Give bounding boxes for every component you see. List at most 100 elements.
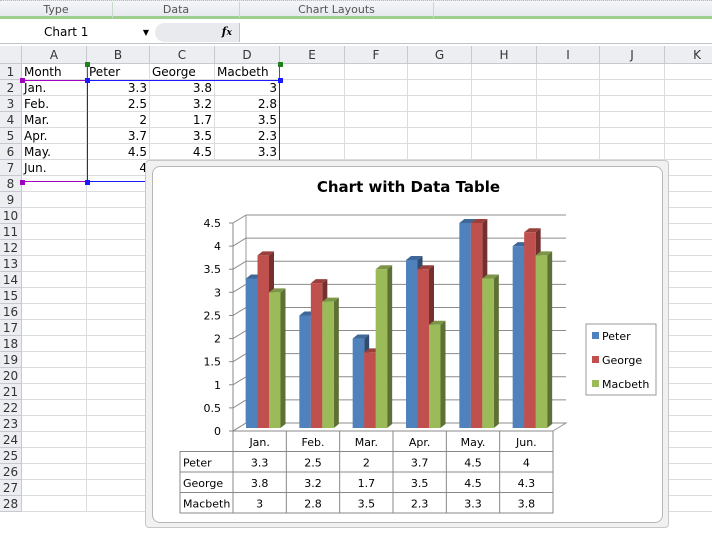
cell-K11[interactable] bbox=[665, 224, 712, 240]
row-header-23[interactable]: 23 bbox=[0, 416, 22, 432]
cell-A10[interactable] bbox=[22, 208, 87, 224]
cell-G5[interactable] bbox=[408, 128, 472, 144]
cell-A6[interactable]: May. bbox=[22, 144, 87, 160]
cell-B7[interactable]: 4 bbox=[87, 160, 150, 176]
column-header-B[interactable]: B bbox=[87, 46, 150, 64]
row-header-2[interactable]: 2 bbox=[0, 80, 22, 96]
cell-A18[interactable] bbox=[22, 336, 87, 352]
column-header-J[interactable]: J bbox=[600, 46, 665, 64]
cell-G1[interactable] bbox=[408, 64, 472, 80]
range-handle[interactable] bbox=[20, 78, 25, 83]
cell-E6[interactable] bbox=[280, 144, 345, 160]
cell-J4[interactable] bbox=[600, 112, 665, 128]
cell-B10[interactable] bbox=[87, 208, 150, 224]
cell-I4[interactable] bbox=[537, 112, 600, 128]
chevron-down-icon[interactable]: ▼ bbox=[143, 22, 149, 43]
cell-G2[interactable] bbox=[408, 80, 472, 96]
cell-K6[interactable] bbox=[665, 144, 712, 160]
range-handle[interactable] bbox=[85, 62, 90, 67]
cell-B23[interactable] bbox=[87, 416, 150, 432]
range-handle[interactable] bbox=[278, 78, 283, 83]
cell-K22[interactable] bbox=[665, 400, 712, 416]
row-header-8[interactable]: 8 bbox=[0, 176, 22, 192]
cell-J3[interactable] bbox=[600, 96, 665, 112]
cell-B19[interactable] bbox=[87, 352, 150, 368]
cell-B13[interactable] bbox=[87, 256, 150, 272]
cell-C3[interactable]: 3.2 bbox=[150, 96, 215, 112]
cell-K1[interactable] bbox=[665, 64, 712, 80]
cell-A5[interactable]: Apr. bbox=[22, 128, 87, 144]
cell-B8[interactable] bbox=[87, 176, 150, 192]
cell-K8[interactable] bbox=[665, 176, 712, 192]
column-header-I[interactable]: I bbox=[537, 46, 600, 64]
column-header-C[interactable]: C bbox=[150, 46, 215, 64]
cell-A9[interactable] bbox=[22, 192, 87, 208]
cell-F4[interactable] bbox=[345, 112, 408, 128]
cell-A26[interactable] bbox=[22, 464, 87, 480]
cell-K5[interactable] bbox=[665, 128, 712, 144]
row-header-24[interactable]: 24 bbox=[0, 432, 22, 448]
row-header-6[interactable]: 6 bbox=[0, 144, 22, 160]
cell-F1[interactable] bbox=[345, 64, 408, 80]
cell-B20[interactable] bbox=[87, 368, 150, 384]
cell-B11[interactable] bbox=[87, 224, 150, 240]
cell-K2[interactable] bbox=[665, 80, 712, 96]
row-header-16[interactable]: 16 bbox=[0, 304, 22, 320]
name-box[interactable]: Chart 1 ▼ bbox=[0, 22, 155, 43]
cell-D3[interactable]: 2.8 bbox=[215, 96, 280, 112]
cell-D5[interactable]: 2.3 bbox=[215, 128, 280, 144]
row-header-5[interactable]: 5 bbox=[0, 128, 22, 144]
cell-H4[interactable] bbox=[472, 112, 537, 128]
row-header-4[interactable]: 4 bbox=[0, 112, 22, 128]
row-header-26[interactable]: 26 bbox=[0, 464, 22, 480]
column-header-E[interactable]: E bbox=[280, 46, 345, 64]
select-all-corner[interactable] bbox=[0, 46, 22, 64]
row-header-25[interactable]: 25 bbox=[0, 448, 22, 464]
cell-A3[interactable]: Feb. bbox=[22, 96, 87, 112]
cell-F2[interactable] bbox=[345, 80, 408, 96]
row-header-14[interactable]: 14 bbox=[0, 272, 22, 288]
cell-J1[interactable] bbox=[600, 64, 665, 80]
cell-K20[interactable] bbox=[665, 368, 712, 384]
chart-area[interactable]: Chart with Data Table 0 0.5 1 1.5 2 2.5 3 3.5 4 4.… bbox=[152, 166, 663, 523]
cell-F3[interactable] bbox=[345, 96, 408, 112]
cell-I2[interactable] bbox=[537, 80, 600, 96]
cell-B1[interactable]: Peter bbox=[87, 64, 150, 80]
fx-icon[interactable]: fx bbox=[222, 25, 232, 38]
cell-K26[interactable] bbox=[665, 464, 712, 480]
range-handle[interactable] bbox=[85, 78, 90, 83]
cell-A17[interactable] bbox=[22, 320, 87, 336]
cell-E5[interactable] bbox=[280, 128, 345, 144]
cell-B28[interactable] bbox=[87, 496, 150, 512]
cell-A21[interactable] bbox=[22, 384, 87, 400]
cell-K27[interactable] bbox=[665, 480, 712, 496]
range-handle[interactable] bbox=[278, 62, 283, 67]
cell-F6[interactable] bbox=[345, 144, 408, 160]
cell-A16[interactable] bbox=[22, 304, 87, 320]
cell-K28[interactable] bbox=[665, 496, 712, 512]
column-header-F[interactable]: F bbox=[345, 46, 408, 64]
cell-A8[interactable] bbox=[22, 176, 87, 192]
cell-D6[interactable]: 3.3 bbox=[215, 144, 280, 160]
cell-C1[interactable]: George bbox=[150, 64, 215, 80]
cell-J6[interactable] bbox=[600, 144, 665, 160]
cell-E4[interactable] bbox=[280, 112, 345, 128]
cell-C6[interactable]: 4.5 bbox=[150, 144, 215, 160]
cell-K7[interactable] bbox=[665, 160, 712, 176]
cell-A11[interactable] bbox=[22, 224, 87, 240]
cell-J5[interactable] bbox=[600, 128, 665, 144]
cell-A13[interactable] bbox=[22, 256, 87, 272]
cell-K17[interactable] bbox=[665, 320, 712, 336]
cell-K9[interactable] bbox=[665, 192, 712, 208]
cell-A7[interactable]: Jun. bbox=[22, 160, 87, 176]
column-header-D[interactable]: D bbox=[215, 46, 280, 64]
row-header-17[interactable]: 17 bbox=[0, 320, 22, 336]
row-header-13[interactable]: 13 bbox=[0, 256, 22, 272]
cell-B17[interactable] bbox=[87, 320, 150, 336]
formula-input[interactable] bbox=[242, 22, 712, 43]
cell-K10[interactable] bbox=[665, 208, 712, 224]
cell-G4[interactable] bbox=[408, 112, 472, 128]
cell-D4[interactable]: 3.5 bbox=[215, 112, 280, 128]
cell-H6[interactable] bbox=[472, 144, 537, 160]
cell-K13[interactable] bbox=[665, 256, 712, 272]
